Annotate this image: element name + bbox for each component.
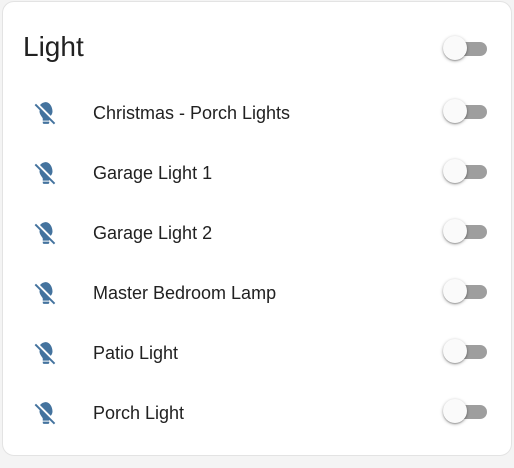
toggle-thumb <box>443 219 467 243</box>
entity-row-patio-light[interactable]: Patio Light <box>3 323 511 383</box>
entity-name[interactable]: Porch Light <box>93 402 184 424</box>
lightbulb-off-icon[interactable] <box>33 160 59 186</box>
toggle-thumb <box>443 159 467 183</box>
entity-toggle-switch[interactable] <box>443 219 489 245</box>
entity-name[interactable]: Christmas - Porch Lights <box>93 102 290 124</box>
toggle-thumb <box>443 399 467 423</box>
card-header: Light <box>3 2 511 94</box>
entity-name[interactable]: Garage Light 2 <box>93 222 212 244</box>
toggle-thumb <box>443 279 467 303</box>
entity-row-garage-light-2[interactable]: Garage Light 2 <box>3 203 511 263</box>
toggle-thumb <box>443 99 467 123</box>
entity-name[interactable]: Garage Light 1 <box>93 162 212 184</box>
entity-row-master-bedroom-lamp[interactable]: Master Bedroom Lamp <box>3 263 511 323</box>
toggle-thumb <box>443 339 467 363</box>
entity-toggle-switch[interactable] <box>443 339 489 365</box>
lightbulb-off-icon[interactable] <box>33 400 59 426</box>
lightbulb-off-icon[interactable] <box>33 280 59 306</box>
lightbulb-off-icon[interactable] <box>33 340 59 366</box>
entity-row-christmas-porch-lights[interactable]: Christmas - Porch Lights <box>3 83 511 143</box>
entity-name[interactable]: Master Bedroom Lamp <box>93 282 276 304</box>
master-toggle-switch[interactable] <box>443 36 489 62</box>
entity-toggle-switch[interactable] <box>443 399 489 425</box>
entity-row-garage-light-1[interactable]: Garage Light 1 <box>3 143 511 203</box>
entity-name[interactable]: Patio Light <box>93 342 178 364</box>
card-title: Light <box>23 31 84 62</box>
lightbulb-off-icon[interactable] <box>33 100 59 126</box>
light-entities-card: Light Christmas - Porch Lights Garage Li… <box>2 1 512 456</box>
toggle-thumb <box>443 36 467 60</box>
entity-row-porch-light[interactable]: Porch Light <box>3 383 511 443</box>
entity-toggle-switch[interactable] <box>443 99 489 125</box>
lightbulb-off-icon[interactable] <box>33 220 59 246</box>
entity-toggle-switch[interactable] <box>443 279 489 305</box>
entity-toggle-switch[interactable] <box>443 159 489 185</box>
